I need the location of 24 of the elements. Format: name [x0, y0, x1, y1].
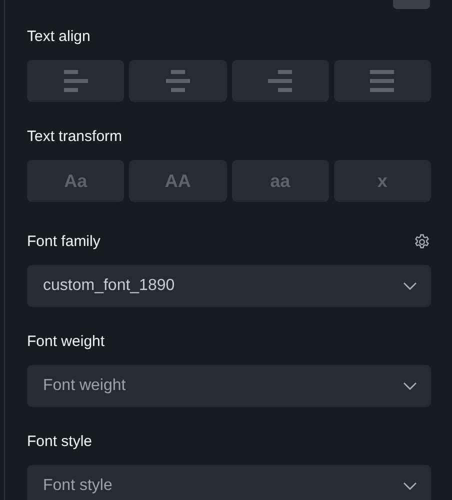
section-label: Font weight: [27, 332, 105, 352]
select-field[interactable]: Font style: [27, 465, 431, 500]
align-center-icon: [166, 69, 190, 93]
settings-icon[interactable]: [413, 233, 431, 251]
align-center-button[interactable]: [129, 60, 226, 102]
transform-button[interactable]: aa: [232, 160, 329, 202]
align-left-icon: [64, 69, 88, 93]
align-left-button[interactable]: [27, 60, 124, 102]
align-right-icon: [268, 69, 292, 93]
section-label: Font family: [27, 232, 100, 252]
section-label: Text transform: [27, 127, 122, 147]
align-justify-icon: [370, 69, 394, 93]
section-label: Text align: [27, 27, 90, 47]
section-label: Font style: [27, 432, 92, 452]
transform-button[interactable]: Aa: [27, 160, 124, 202]
align-right-button[interactable]: [232, 60, 329, 102]
select-field[interactable]: custom_font_1890: [27, 265, 431, 307]
select-field[interactable]: Font weight: [27, 365, 431, 407]
chevron-down-icon: [403, 482, 417, 490]
chevron-down-icon: [403, 382, 417, 390]
transform-button[interactable]: x: [334, 160, 431, 202]
transform-button[interactable]: AA: [129, 160, 226, 202]
align-justify-button[interactable]: [334, 60, 431, 102]
chevron-down-icon: [403, 282, 417, 290]
